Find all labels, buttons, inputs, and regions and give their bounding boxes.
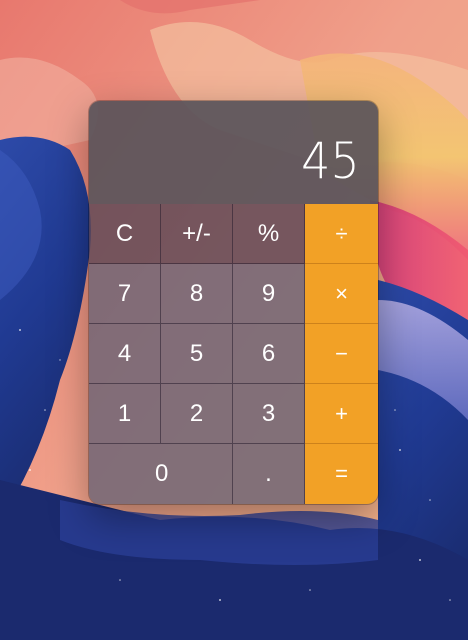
calculator-display: 45 <box>89 101 378 204</box>
calculator-keypad: C +/- % ÷ 7 8 9 × 4 5 6 − 1 2 3 + 0 . = <box>89 204 378 504</box>
digit-6-button[interactable]: 6 <box>233 324 305 384</box>
digit-3-button[interactable]: 3 <box>233 384 305 444</box>
digit-1-button[interactable]: 1 <box>89 384 161 444</box>
sign-toggle-button[interactable]: +/- <box>161 204 233 264</box>
divide-button[interactable]: ÷ <box>305 204 378 264</box>
display-value: 45 <box>301 132 360 190</box>
digit-8-button[interactable]: 8 <box>161 264 233 324</box>
digit-2-button[interactable]: 2 <box>161 384 233 444</box>
percent-button[interactable]: % <box>233 204 305 264</box>
subtract-button[interactable]: − <box>305 324 378 384</box>
digit-7-button[interactable]: 7 <box>89 264 161 324</box>
digit-9-button[interactable]: 9 <box>233 264 305 324</box>
add-button[interactable]: + <box>305 384 378 444</box>
digit-0-button[interactable]: 0 <box>89 444 233 504</box>
digit-4-button[interactable]: 4 <box>89 324 161 384</box>
multiply-button[interactable]: × <box>305 264 378 324</box>
equals-button[interactable]: = <box>305 444 378 504</box>
clear-button[interactable]: C <box>89 204 161 264</box>
digit-5-button[interactable]: 5 <box>161 324 233 384</box>
calculator-window: 45 C +/- % ÷ 7 8 9 × 4 5 6 − 1 2 3 + 0 .… <box>89 101 378 504</box>
decimal-button[interactable]: . <box>233 444 305 504</box>
